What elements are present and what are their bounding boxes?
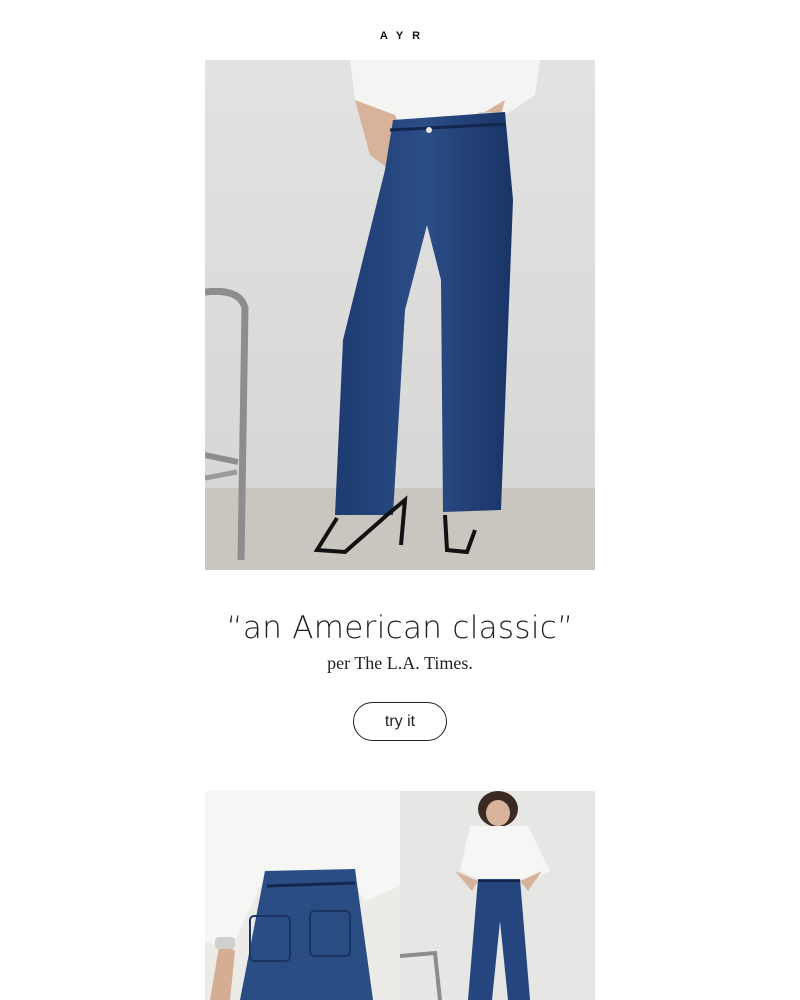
back-view-illustration: [205, 791, 400, 1000]
hero-photo-illustration: [205, 60, 595, 570]
brand-logo[interactable]: AYR: [0, 30, 800, 42]
gallery-image-front[interactable]: [400, 791, 595, 1000]
try-it-button[interactable]: try it: [353, 702, 447, 741]
hero-image[interactable]: [205, 60, 595, 570]
headline-attribution: per The L.A. Times.: [327, 653, 473, 673]
gallery-image-back[interactable]: [205, 791, 400, 1000]
headline-quote: “an American classic”: [226, 610, 574, 646]
front-view-illustration: [400, 791, 595, 1000]
